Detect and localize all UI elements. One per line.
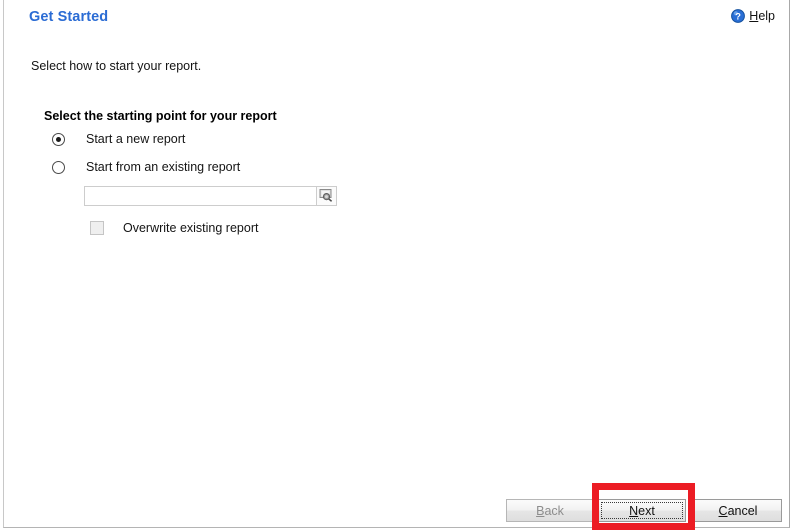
help-label-rest: elp bbox=[758, 9, 775, 23]
next-button[interactable]: Next bbox=[598, 499, 686, 522]
svg-text:?: ? bbox=[735, 11, 741, 22]
cancel-button[interactable]: Cancel bbox=[694, 499, 782, 522]
browse-search-icon bbox=[319, 188, 334, 205]
page-subtitle: Select how to start your report. bbox=[31, 59, 202, 73]
existing-report-field bbox=[84, 186, 337, 206]
browse-report-button[interactable] bbox=[316, 186, 337, 206]
existing-report-input[interactable] bbox=[84, 186, 317, 206]
overwrite-existing-report-label: Overwrite existing report bbox=[123, 221, 259, 235]
help-accel-char: H bbox=[749, 9, 759, 23]
help-circle-icon: ? bbox=[731, 9, 746, 23]
next-accel-char: N bbox=[629, 503, 639, 518]
radio-option-start-new-report[interactable]: Start a new report bbox=[52, 132, 185, 146]
overwrite-existing-report-checkbox[interactable] bbox=[90, 221, 104, 235]
radio-new-report-label: Start a new report bbox=[86, 132, 186, 146]
help-link[interactable]: ? Help bbox=[731, 9, 775, 23]
radio-existing-report-label: Start from an existing report bbox=[86, 160, 241, 174]
overwrite-existing-report-row[interactable]: Overwrite existing report bbox=[90, 221, 258, 235]
cancel-label-rest: ancel bbox=[727, 503, 758, 518]
radio-new-report-mark[interactable] bbox=[52, 132, 65, 146]
radio-group-title: Select the starting point for your repor… bbox=[44, 109, 277, 123]
back-label-rest: ack bbox=[544, 503, 564, 518]
help-link-label: Help bbox=[749, 9, 775, 23]
radio-existing-report-mark[interactable] bbox=[52, 160, 65, 174]
next-label-rest: ext bbox=[638, 503, 655, 518]
page-title: Get Started bbox=[29, 9, 109, 25]
back-button[interactable]: Back bbox=[506, 499, 594, 522]
cancel-accel-char: C bbox=[718, 503, 728, 518]
get-started-wizard-window: Get Started ? Help Select how to start y… bbox=[3, 0, 790, 530]
radio-option-start-from-existing-report[interactable]: Start from an existing report bbox=[52, 160, 240, 174]
